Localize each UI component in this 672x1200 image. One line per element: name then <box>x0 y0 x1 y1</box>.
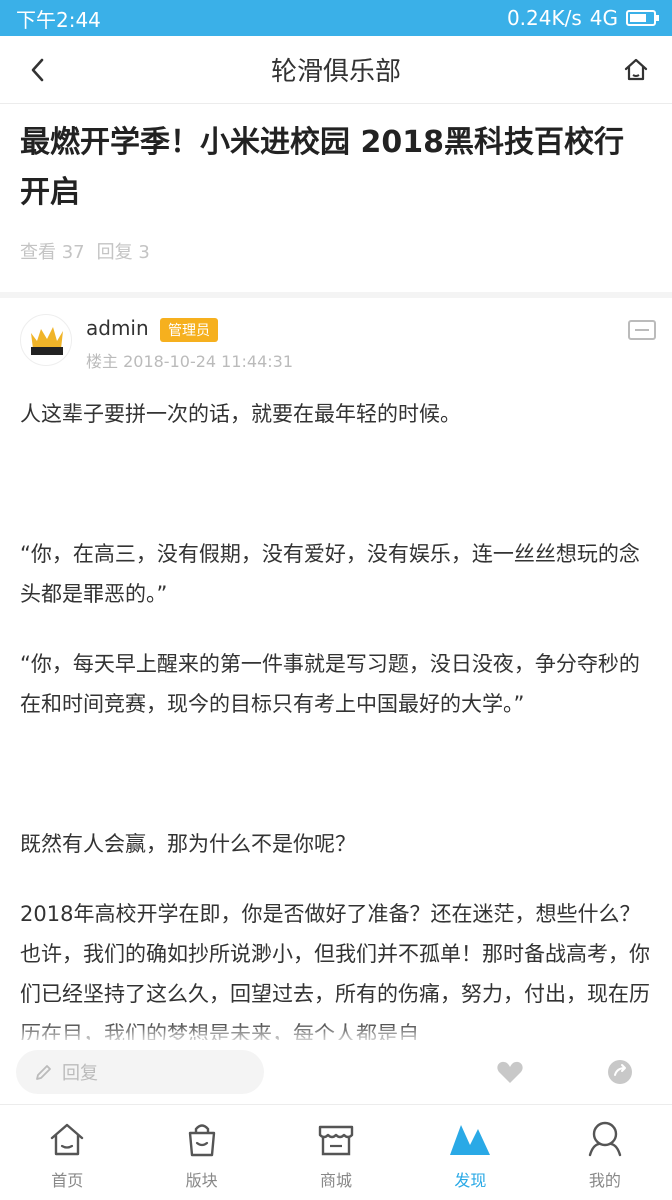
network-speed: 0.24K/s <box>506 6 582 30</box>
paragraph-4: 既然有人会赢，那为什么不是你呢？ <box>20 832 356 856</box>
status-badge: 管理员 <box>160 318 218 342</box>
avatar-logo-icon <box>31 327 63 355</box>
tab-discover[interactable]: 发现 <box>403 1105 537 1200</box>
tab-sections[interactable]: 版块 <box>134 1105 268 1200</box>
author-row: admin 管理员 楼主 2018-10-24 11:44:31 <box>20 312 660 372</box>
bag-icon <box>178 1117 226 1161</box>
status-bar: 下午2:44 0.24K/s 4G <box>0 0 672 36</box>
status-indicators: 0.24K/s 4G <box>506 6 659 30</box>
tab-label: 商城 <box>320 1171 353 1190</box>
home-icon <box>624 58 648 81</box>
tab-home[interactable]: 首页 <box>0 1105 134 1200</box>
home-icon <box>43 1117 91 1161</box>
reply-placeholder: 回复 <box>62 1063 98 1084</box>
post-time: 楼主 2018-10-24 11:44:31 <box>86 352 294 371</box>
reply-count: 回复 3 <box>96 242 150 263</box>
tab-label: 发现 <box>454 1171 487 1190</box>
tab-label: 版块 <box>185 1171 218 1190</box>
tab-label: 我的 <box>588 1171 621 1190</box>
share-button[interactable] <box>602 1054 638 1090</box>
share-icon <box>608 1060 632 1084</box>
heart-icon <box>497 1061 523 1083</box>
status-time: 下午2:44 <box>16 7 101 32</box>
bottom-tab-bar: 首页 版块 商城 发现 我的 <box>0 1104 672 1200</box>
reply-bar: 回复 <box>0 1040 672 1104</box>
user-icon <box>581 1117 629 1161</box>
nav-title: 轮滑俱乐部 <box>270 57 401 87</box>
reply-input[interactable]: 回复 <box>16 1050 264 1094</box>
paragraph-2: “你，在高三，没有假期，没有爱好，没有娱乐，连一丝丝想玩的念头都是罪恶的。” <box>20 542 640 606</box>
nav-bar: 轮滑俱乐部 <box>0 36 672 104</box>
article-title: 最燃开学季！小米进校园 2018黑科技百校行开启 <box>20 125 624 210</box>
tab-profile[interactable]: 我的 <box>538 1105 672 1200</box>
tab-label: 首页 <box>51 1171 84 1190</box>
shop-icon <box>312 1117 360 1161</box>
like-button[interactable] <box>492 1054 528 1090</box>
paragraph-3: “你，每天早上醒来的第一件事就是写习题，没日没夜，争分夺秒的在和时间竞赛，现今的… <box>20 652 640 716</box>
avatar[interactable] <box>20 314 72 366</box>
back-button[interactable] <box>16 48 60 92</box>
paragraph-5: 2018年高校开学在即，你是否做好了准备？还在迷茫，想些什么？也许，我们的确如抄… <box>20 902 650 1046</box>
view-count: 查看 37 <box>20 242 85 263</box>
pencil-icon <box>36 1065 51 1080</box>
home-button[interactable] <box>614 48 658 92</box>
section-divider <box>0 292 672 298</box>
comment-button[interactable] <box>626 318 660 346</box>
battery-icon <box>626 10 659 26</box>
comment-icon <box>628 320 656 340</box>
author-name[interactable]: admin <box>86 316 149 340</box>
paragraph-1: 人这辈子要拼一次的话，就要在最年轻的时候。 <box>20 402 461 426</box>
signal-label: 4G <box>589 6 618 30</box>
post-content: 人这辈子要拼一次的话，就要在最年轻的时候。 “你，在高三，没有假期，没有爱好，没… <box>20 394 652 1054</box>
article-meta: 查看 37 回复 3 <box>20 238 150 264</box>
mountain-icon <box>446 1117 494 1161</box>
chevron-left-icon <box>31 58 44 82</box>
tab-shop[interactable]: 商城 <box>269 1105 403 1200</box>
